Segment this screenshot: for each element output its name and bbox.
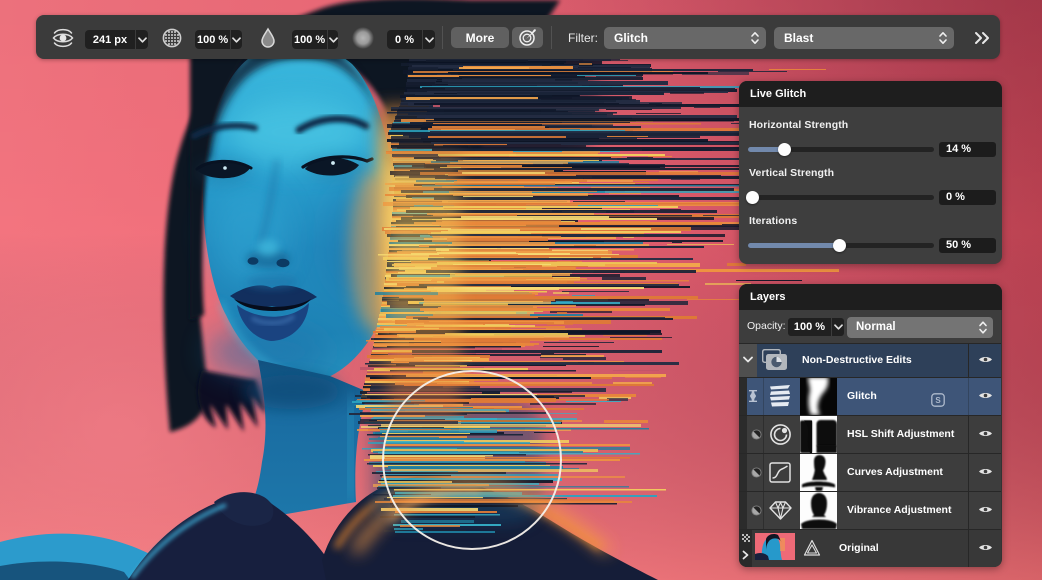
svg-text:S: S [935,396,941,405]
